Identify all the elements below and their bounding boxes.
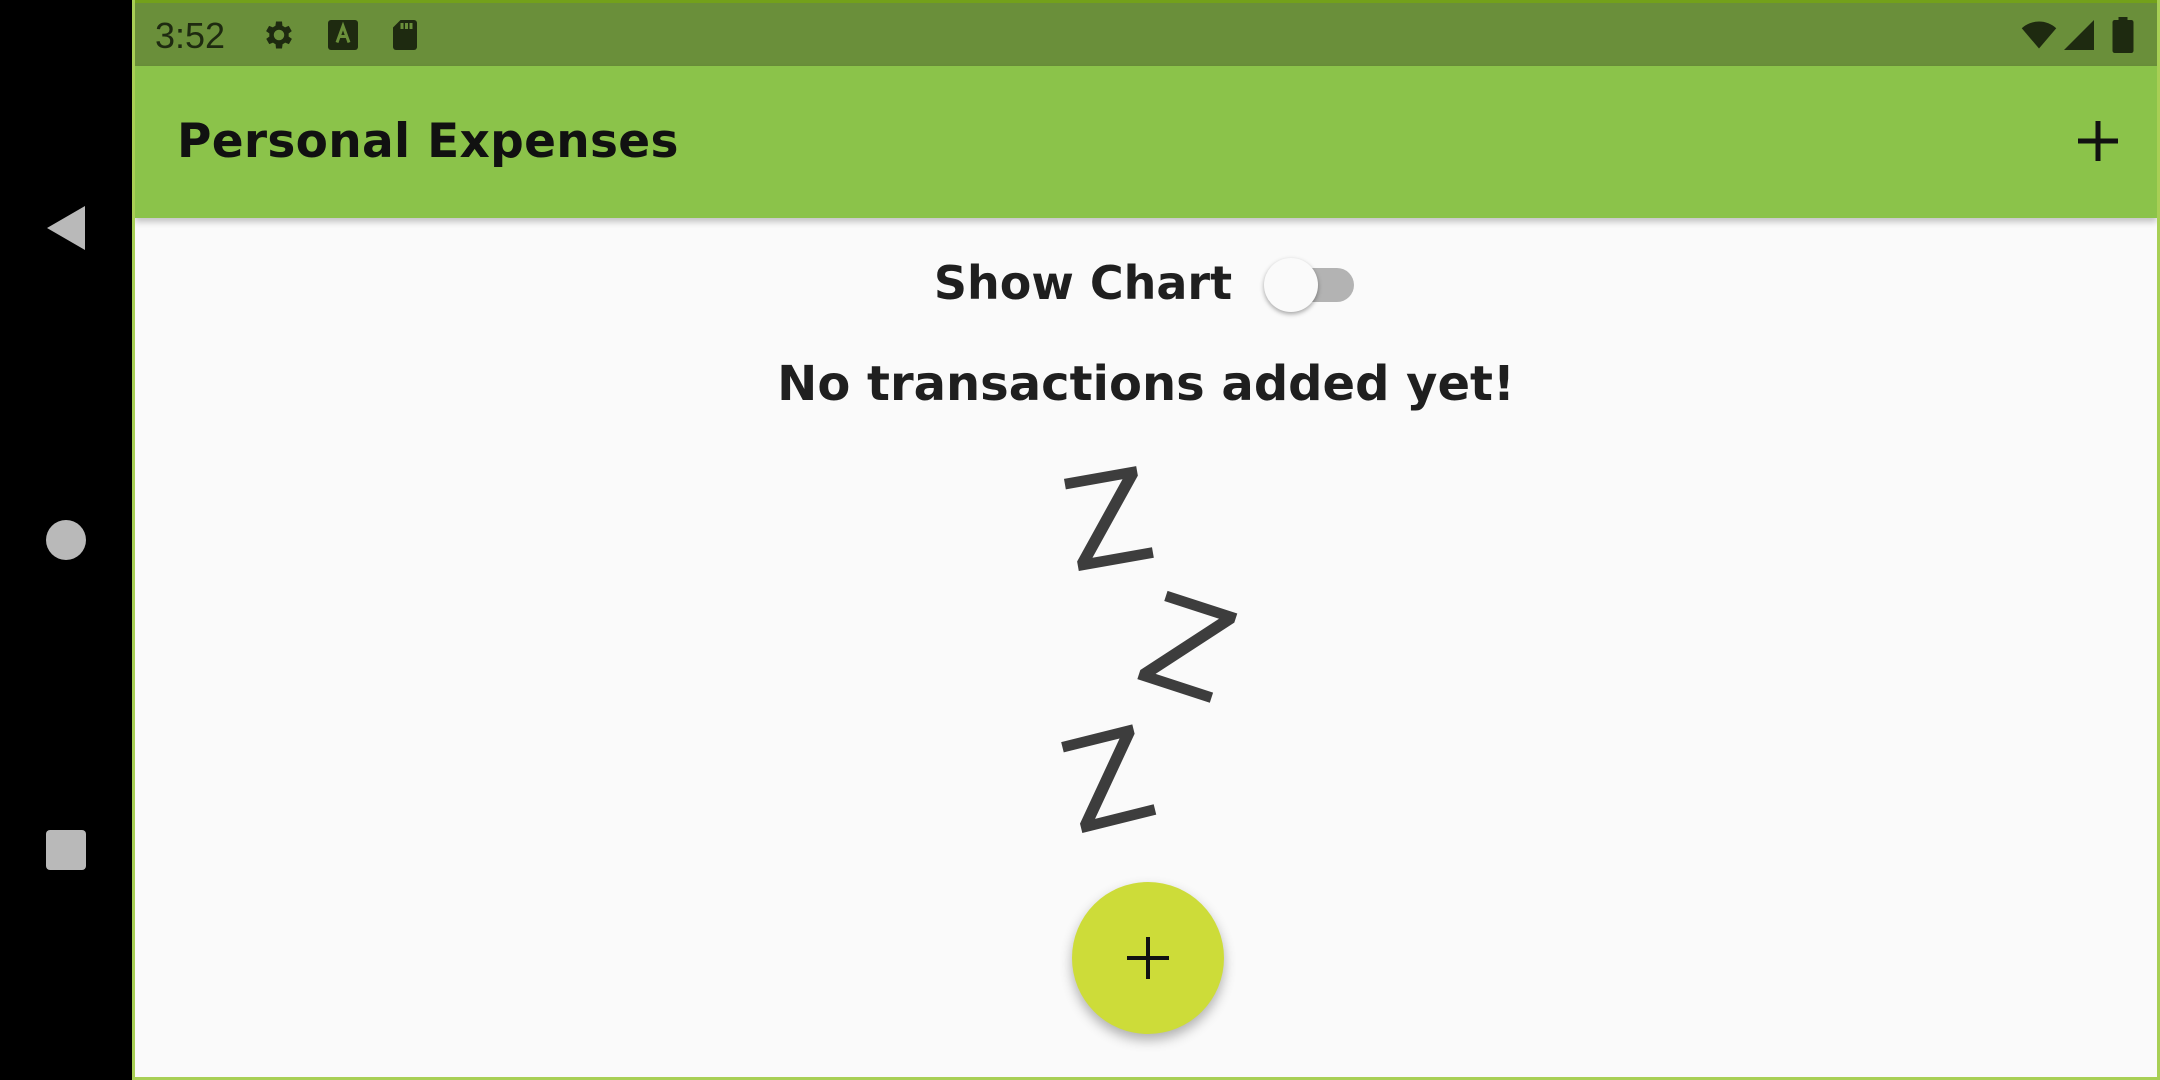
zzz-letter: Z bbox=[1048, 698, 1170, 865]
show-chart-row: Show Chart bbox=[135, 256, 2157, 312]
app-bar: Personal Expenses bbox=[135, 66, 2157, 218]
page-title: Personal Expenses bbox=[177, 114, 679, 169]
empty-state-message: No transactions added yet! bbox=[777, 356, 1515, 412]
zzz-sleep-icon: Z Z Z bbox=[1048, 441, 1265, 865]
main-content: Show Chart No transactions added yet! Z … bbox=[135, 218, 2157, 1077]
wifi-icon bbox=[2021, 21, 2057, 49]
recents-icon bbox=[46, 830, 86, 870]
zzz-letter: Z bbox=[1122, 565, 1252, 734]
navigation-bar bbox=[0, 0, 132, 1080]
status-time: 3:52 bbox=[155, 15, 226, 56]
show-chart-label: Show Chart bbox=[933, 256, 1233, 310]
gear-icon bbox=[266, 21, 292, 49]
add-transaction-button[interactable] bbox=[2073, 116, 2123, 166]
battery-icon bbox=[2112, 17, 2134, 53]
plus-icon bbox=[2078, 121, 2118, 161]
sd-card-icon bbox=[393, 20, 417, 50]
app-screen: 3:52 Personal Expenses Show Chart No tra… bbox=[132, 0, 2160, 1080]
plus-icon bbox=[1127, 937, 1169, 979]
zzz-letter: Z bbox=[1052, 440, 1165, 603]
switch-thumb bbox=[1264, 258, 1319, 312]
cell-signal-icon bbox=[2064, 20, 2094, 50]
keyboard-a-icon bbox=[328, 20, 358, 50]
status-bar: 3:52 bbox=[135, 0, 2157, 66]
back-button[interactable] bbox=[36, 198, 96, 258]
show-chart-switch[interactable] bbox=[1262, 256, 1358, 312]
back-icon bbox=[47, 206, 85, 250]
add-transaction-fab[interactable] bbox=[1072, 882, 1224, 1034]
home-icon bbox=[46, 520, 86, 560]
recents-button[interactable] bbox=[36, 820, 96, 880]
home-button[interactable] bbox=[36, 510, 96, 570]
